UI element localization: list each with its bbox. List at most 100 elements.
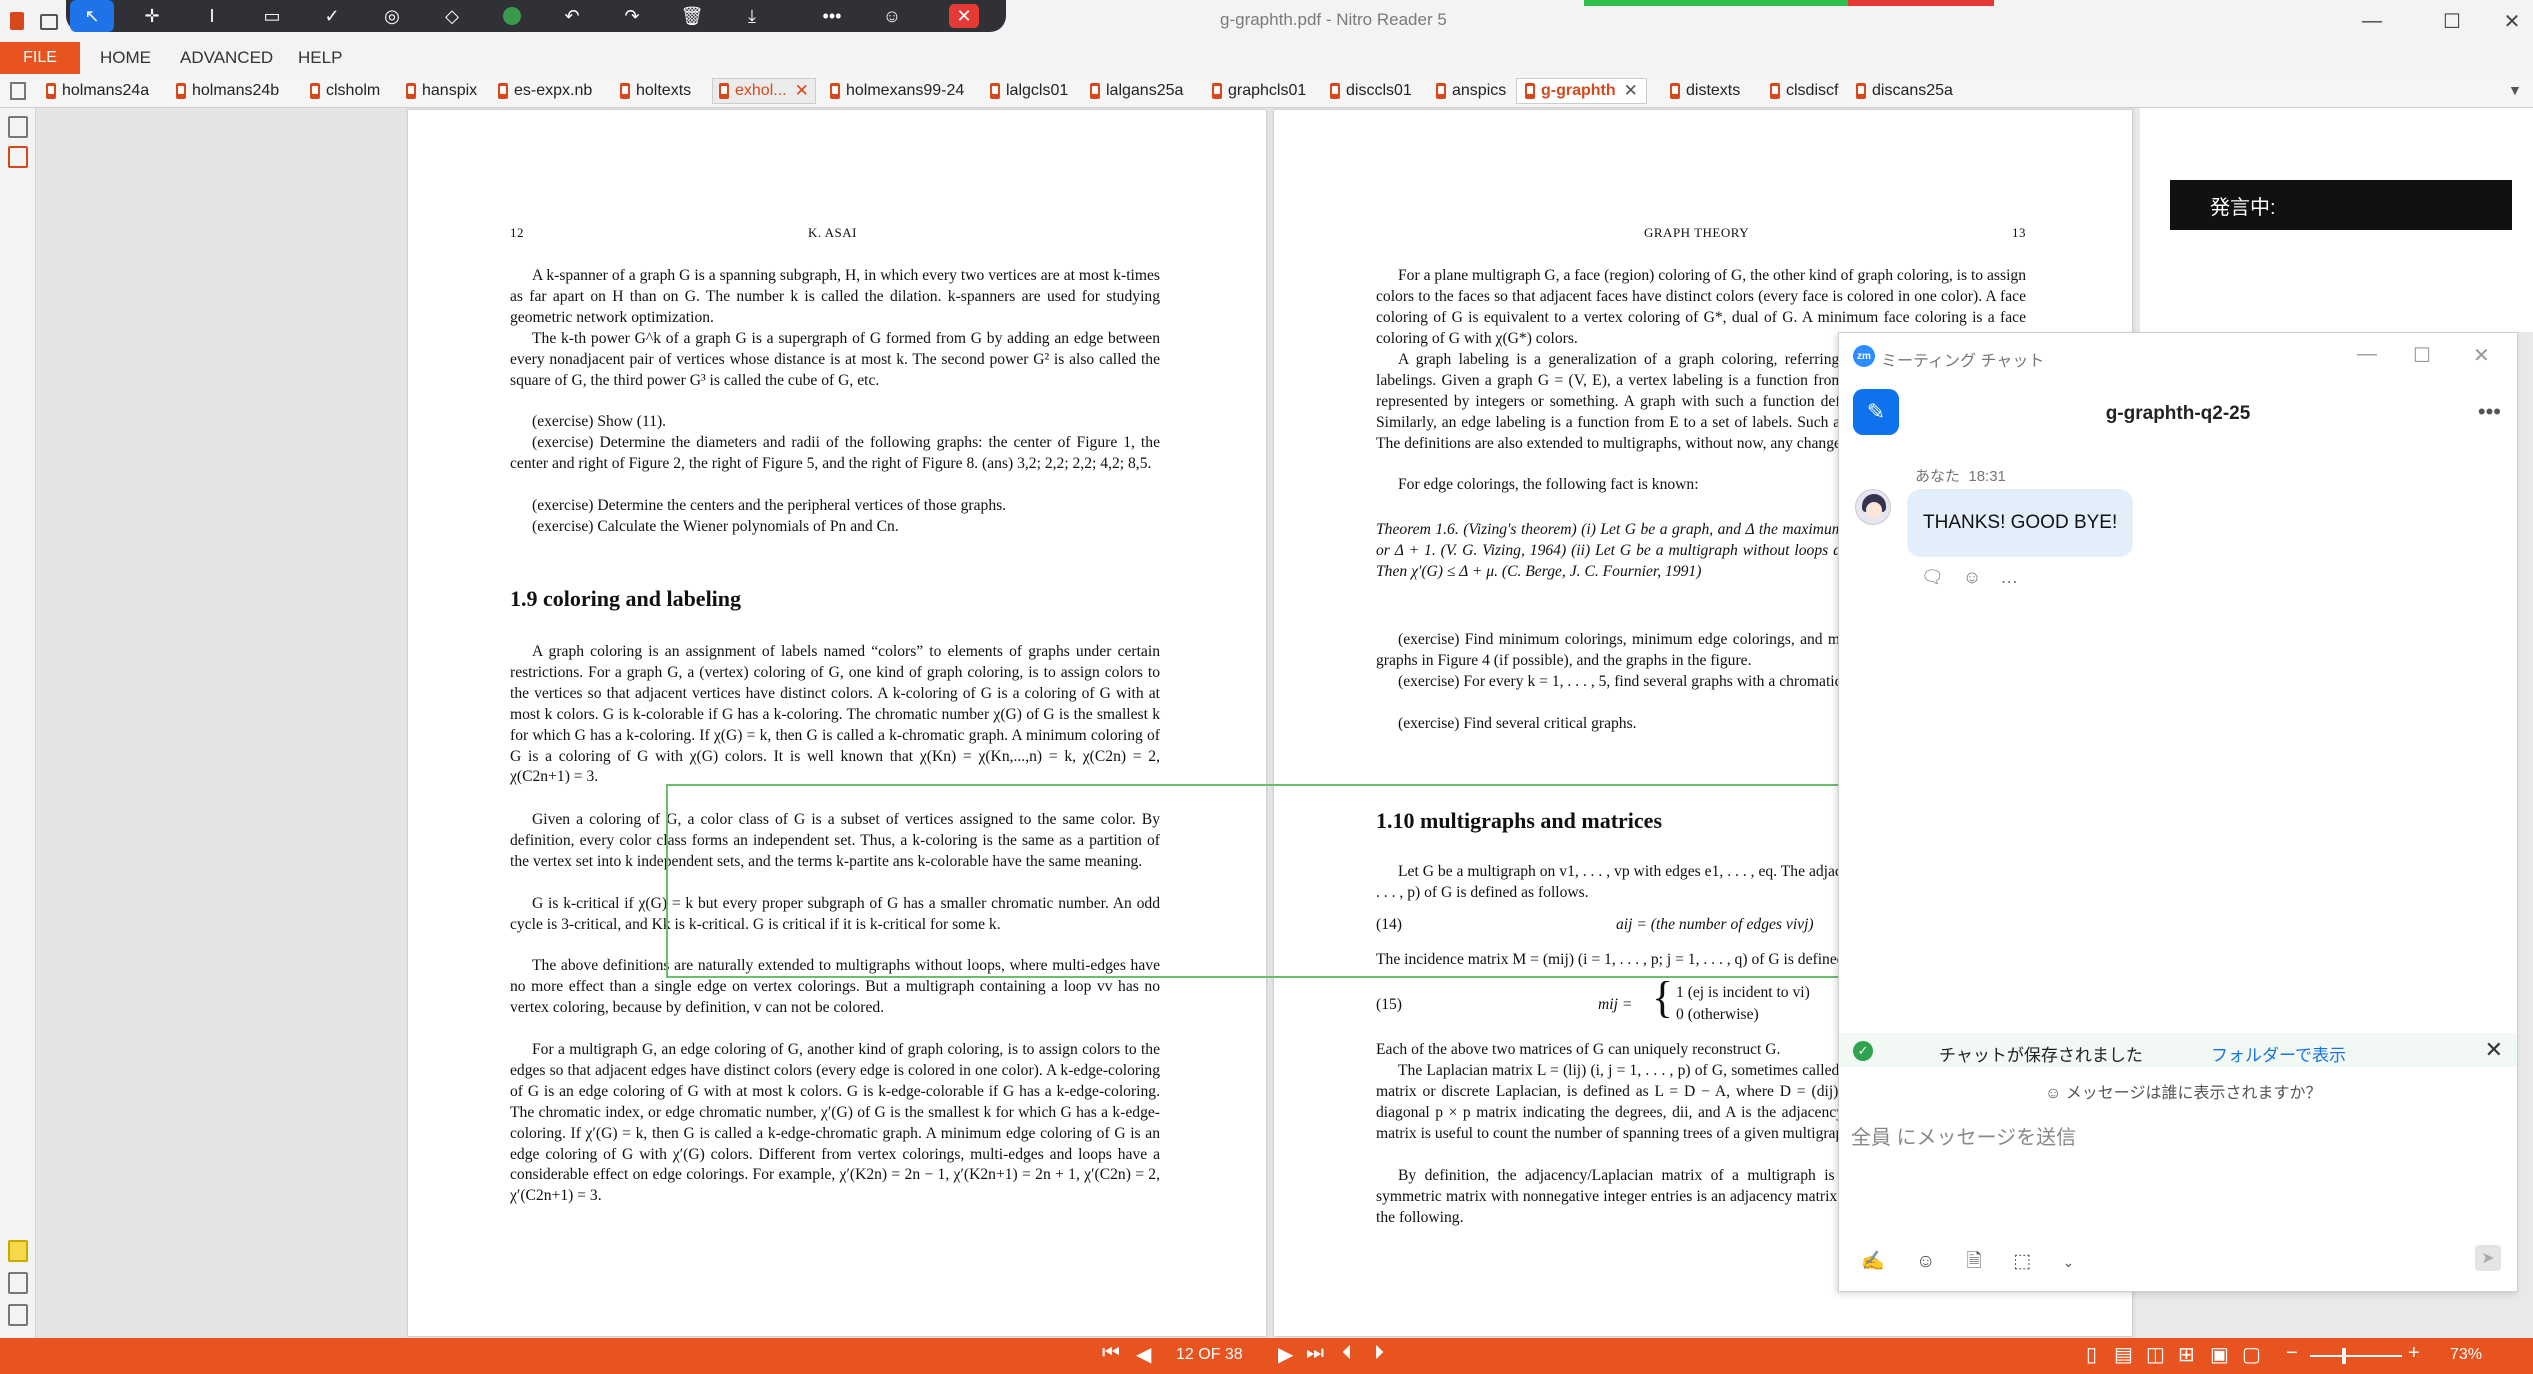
- pdf-file-icon: [1670, 83, 1680, 99]
- tab-g-graphth[interactable]: g-graphth ✕: [1516, 78, 1647, 104]
- page-indicator[interactable]: 12 OF 38: [1176, 1346, 1243, 1364]
- pdf-file-icon: [310, 83, 320, 99]
- chat-close-button[interactable]: ✕: [2473, 343, 2490, 368]
- text-cursor-icon[interactable]: I: [190, 0, 234, 32]
- attachment-icon[interactable]: [8, 1272, 28, 1294]
- file-icon[interactable]: 🗎: [1967, 1251, 1982, 1272]
- tab-close-icon[interactable]: ✕: [1624, 81, 1638, 101]
- format-icon[interactable]: ✍: [1861, 1251, 1885, 1272]
- show-in-folder-link[interactable]: フォルダーで表示: [2211, 1041, 2346, 1066]
- tab-clsdiscf[interactable]: clsdiscf: [1770, 78, 1838, 104]
- tab-list-dropdown-icon[interactable]: ▼: [2508, 82, 2522, 98]
- stamp-tool-icon[interactable]: ◎: [370, 0, 414, 32]
- reply-icon[interactable]: 🗨: [1921, 567, 1944, 587]
- menu-advanced[interactable]: ADVANCED: [180, 48, 273, 68]
- tab-holmexans99-24[interactable]: holmexans99-24: [830, 78, 964, 104]
- tab-distexts[interactable]: distexts: [1670, 78, 1740, 104]
- close-banner-icon[interactable]: ✕: [2485, 1037, 2503, 1063]
- tab-close-icon[interactable]: ✕: [795, 81, 809, 101]
- pdf-file-icon: [620, 83, 630, 99]
- tab-clsholm[interactable]: clsholm: [310, 78, 380, 104]
- color-picker-icon[interactable]: [490, 0, 534, 32]
- download-icon[interactable]: ⤓: [730, 0, 774, 32]
- emoji-icon[interactable]: ☺: [1916, 1251, 1935, 1272]
- pdf-file-icon: [1770, 83, 1780, 99]
- page-icon[interactable]: [10, 82, 26, 100]
- message-bubble[interactable]: THANKS! GOOD BYE!: [1907, 489, 2134, 557]
- redo-icon[interactable]: ↷: [610, 0, 654, 32]
- tab-disccls01[interactable]: disccls01: [1330, 78, 1412, 104]
- facing-page-icon[interactable]: ◫: [2146, 1342, 2165, 1367]
- window-title: g-graphth.pdf - Nitro Reader 5: [1220, 10, 1447, 29]
- emoji-react-icon[interactable]: ☺: [1963, 567, 1981, 587]
- pdf-file-icon: [1330, 83, 1340, 99]
- trash-icon[interactable]: 🗑: [670, 0, 714, 32]
- more-options-icon[interactable]: •••: [2478, 399, 2501, 425]
- maximize-button[interactable]: ☐: [2420, 0, 2484, 42]
- save-icon[interactable]: [40, 14, 58, 30]
- tab-lalgcls01[interactable]: lalgcls01: [990, 78, 1068, 104]
- tab-holtexts[interactable]: holtexts: [620, 78, 691, 104]
- tab-lalgans25a[interactable]: lalgans25a: [1090, 78, 1183, 104]
- comment-icon[interactable]: [8, 1240, 28, 1262]
- participants-icon[interactable]: ☺: [870, 0, 914, 32]
- first-page-icon[interactable]: ⏮: [1102, 1342, 1120, 1365]
- zoom-slider[interactable]: [2310, 1348, 2402, 1364]
- chat-minimize-button[interactable]: —: [2357, 343, 2377, 366]
- document-view[interactable]: 12 K. ASAI A k-spanner of a graph G is a…: [36, 108, 2136, 1338]
- close-button[interactable]: ✕: [2480, 0, 2533, 42]
- next-page-icon[interactable]: ▶: [1278, 1342, 1293, 1367]
- tab-discans25a[interactable]: discans25a: [1856, 78, 1953, 104]
- previous-page-icon[interactable]: ◀: [1136, 1342, 1151, 1367]
- tab-exhol[interactable]: exhol... ✕: [712, 78, 816, 104]
- paragraph: (exercise) Calculate the Wiener polynomi…: [532, 518, 899, 535]
- last-page-icon[interactable]: ⏭: [1306, 1342, 1324, 1365]
- fit-width-icon[interactable]: ▣: [2210, 1342, 2229, 1367]
- eraser-tool-icon[interactable]: ◇: [430, 0, 474, 32]
- menu-help[interactable]: HELP: [298, 48, 342, 68]
- chat-title: g-graphth-q2-25: [2105, 403, 2251, 424]
- more-actions-icon[interactable]: …: [2000, 567, 2018, 587]
- tab-es-expx[interactable]: es-expx.nb: [498, 78, 592, 104]
- message-input[interactable]: 全員 にメッセージを送信: [1851, 1121, 2076, 1150]
- send-icon[interactable]: ➤: [2475, 1245, 2501, 1271]
- zoom-out-icon[interactable]: −: [2286, 1342, 2298, 1365]
- chat-maximize-button[interactable]: ☐: [2413, 343, 2431, 368]
- stop-annotate-icon[interactable]: ✕: [942, 0, 986, 32]
- pdf-file-icon: [1856, 83, 1866, 99]
- pdf-file-icon: [1436, 83, 1446, 99]
- zoom-in-icon[interactable]: +: [2408, 1342, 2420, 1365]
- tab-holmans24a[interactable]: holmans24a: [46, 78, 149, 104]
- tab-hanspix[interactable]: hanspix: [406, 78, 477, 104]
- single-page-icon[interactable]: ▯: [2086, 1342, 2097, 1367]
- screenshot-icon[interactable]: ⬚: [2013, 1251, 2031, 1272]
- fit-page-icon[interactable]: ▢: [2242, 1342, 2261, 1367]
- thumbnail-icon[interactable]: [8, 116, 28, 138]
- tab-anspics[interactable]: anspics: [1436, 78, 1506, 104]
- paragraph: (exercise) Show (11).: [532, 413, 667, 430]
- pointer-tool-icon[interactable]: ↖: [70, 0, 114, 32]
- pdf-file-icon: [176, 83, 186, 99]
- checkmark-tool-icon[interactable]: ✓: [310, 0, 354, 32]
- layers-icon[interactable]: [8, 1304, 28, 1326]
- rectangle-tool-icon[interactable]: ▭: [250, 0, 294, 32]
- zoom-level[interactable]: 73%: [2450, 1346, 2482, 1364]
- menu-home[interactable]: HOME: [100, 48, 151, 68]
- forward-view-icon[interactable]: ⏵: [1374, 1342, 1384, 1365]
- minimize-button[interactable]: —: [2340, 0, 2404, 42]
- chevron-down-icon[interactable]: ⌄: [2062, 1254, 2074, 1270]
- zoom-slider-thumb[interactable]: [2342, 1348, 2346, 1364]
- file-menu-button[interactable]: FILE: [0, 42, 80, 74]
- undo-icon[interactable]: ↶: [550, 0, 594, 32]
- more-icon[interactable]: •••: [810, 0, 854, 32]
- continuous-page-icon[interactable]: ▤: [2114, 1342, 2133, 1367]
- facing-continuous-icon[interactable]: ⊞: [2178, 1342, 2195, 1367]
- tab-graphcls01[interactable]: graphcls01: [1212, 78, 1306, 104]
- pdf-file-icon: [990, 83, 1000, 99]
- bookmark-icon[interactable]: [8, 146, 28, 168]
- tab-holmans24b[interactable]: holmans24b: [176, 78, 279, 104]
- back-view-icon[interactable]: ⏴: [1342, 1342, 1352, 1365]
- move-tool-icon[interactable]: ✛: [130, 0, 174, 32]
- who-can-see-link[interactable]: ☺ メッセージは誰に表示されますか？: [2045, 1079, 2321, 1103]
- person-icon: ☺: [2045, 1085, 2062, 1102]
